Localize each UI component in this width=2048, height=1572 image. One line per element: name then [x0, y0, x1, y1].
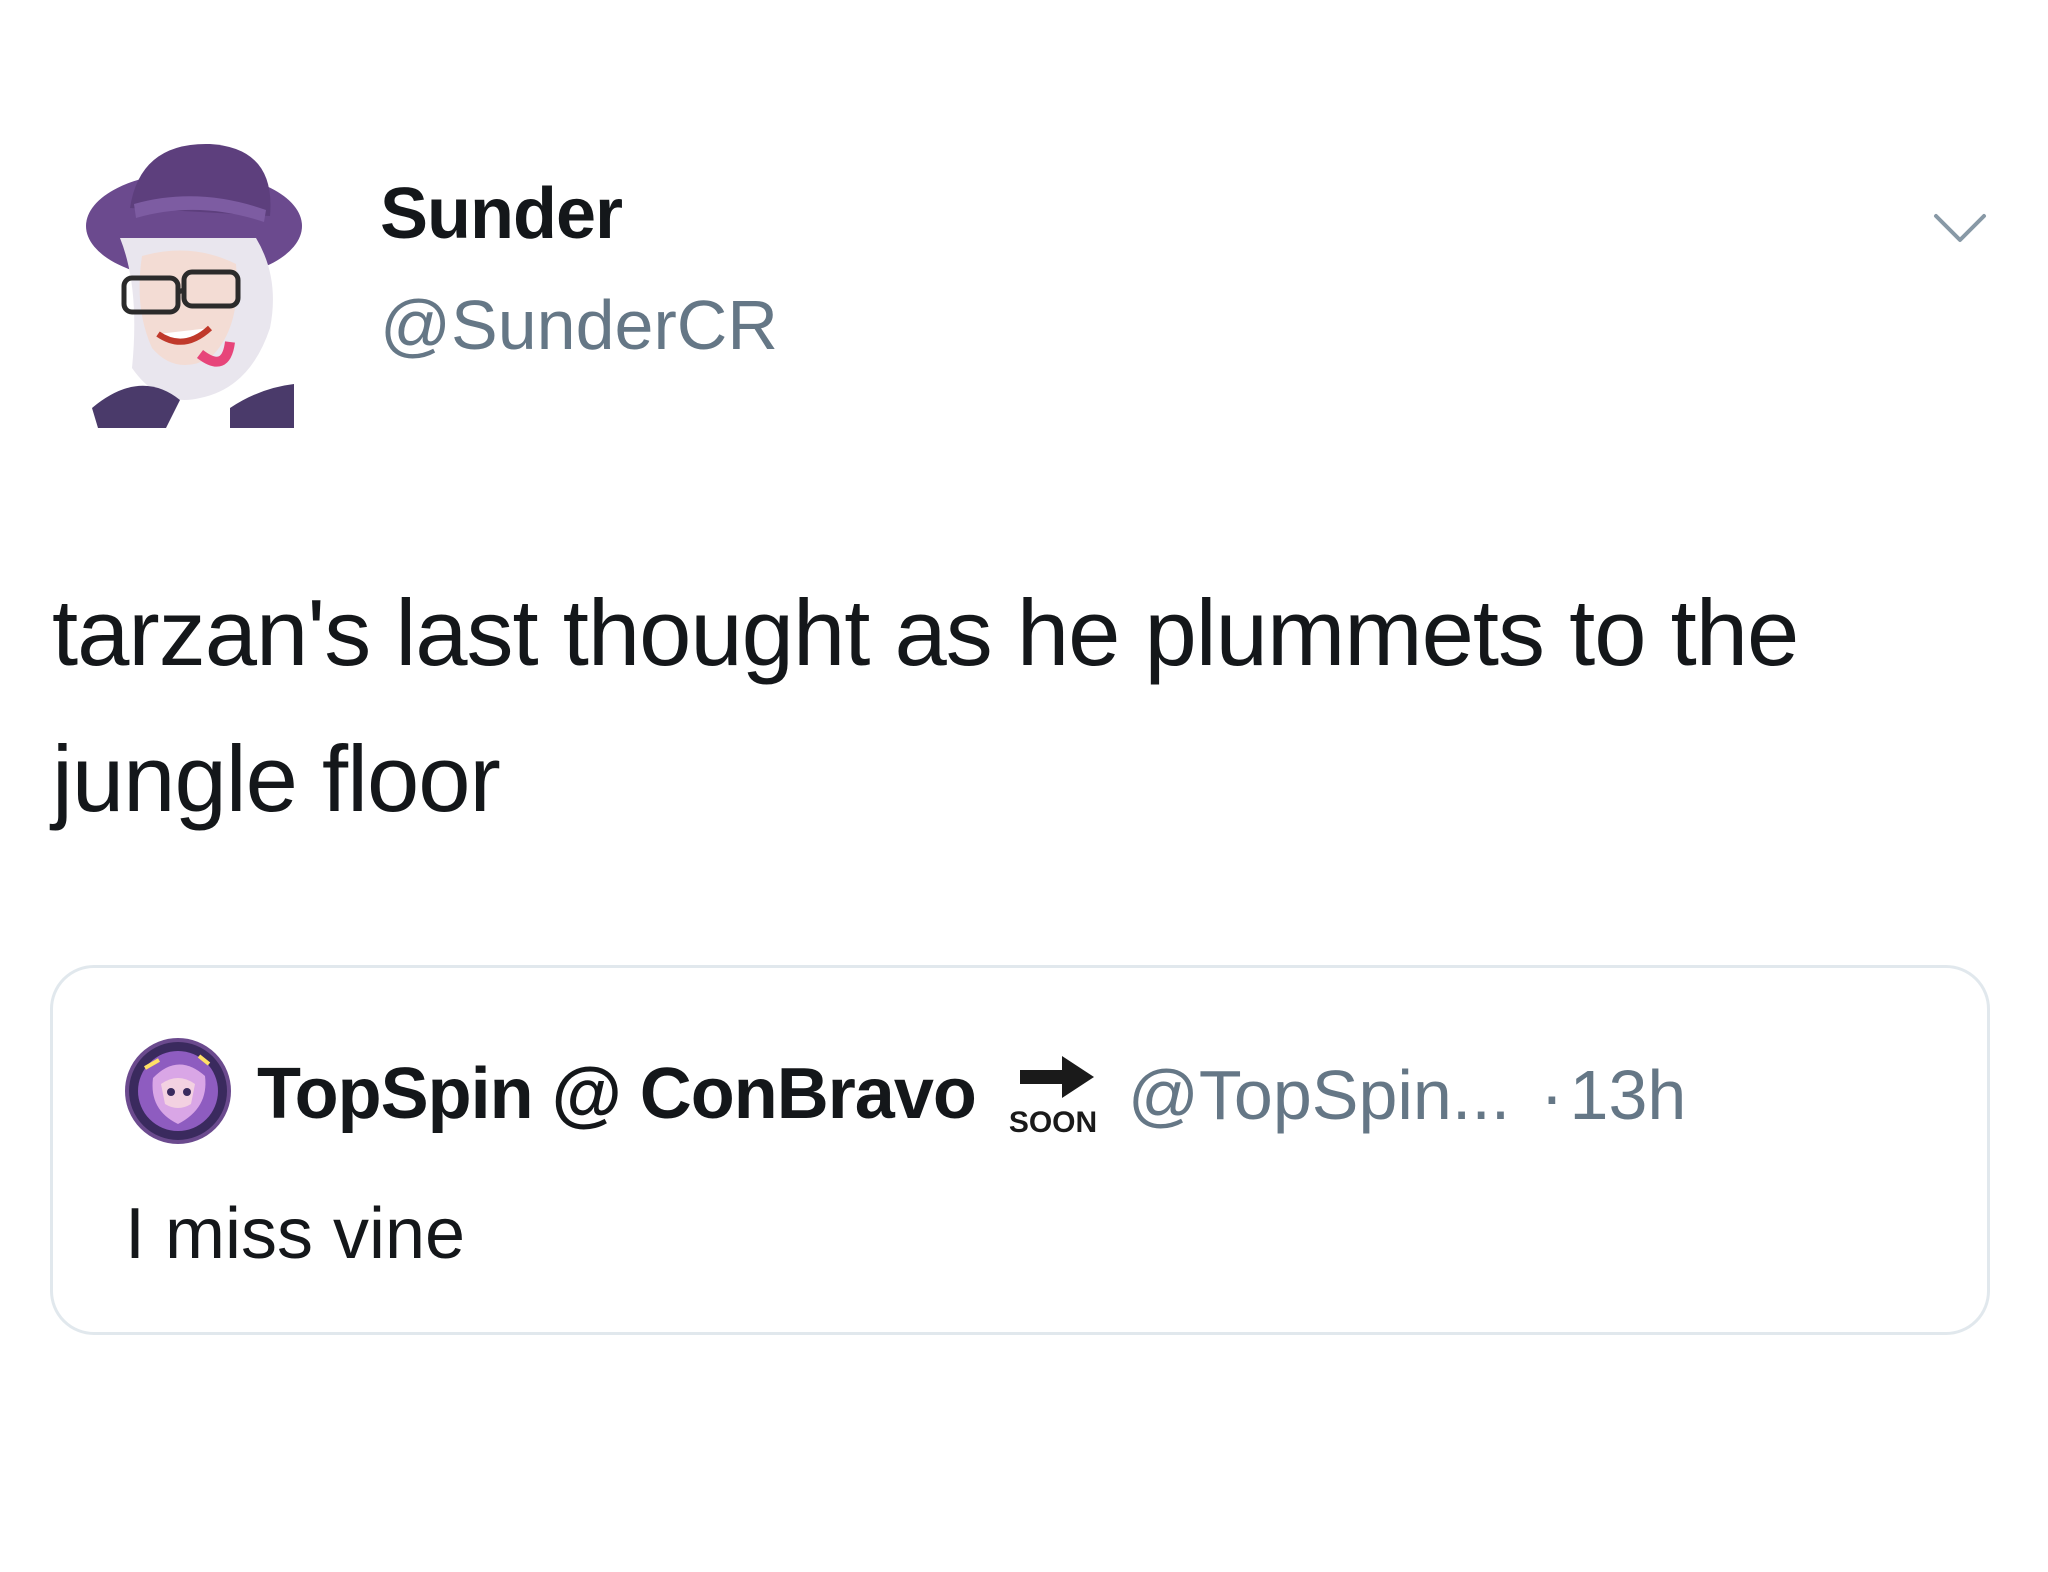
soon-badge: SOON — [1009, 1056, 1097, 1138]
tweet-card: Sunder @SunderCR tarzan's last thought a… — [0, 0, 2048, 1572]
chevron-down-icon[interactable] — [1932, 210, 1988, 246]
author-handle[interactable]: @SunderCR — [380, 290, 778, 360]
quoted-handle[interactable]: @TopSpin... — [1128, 1060, 1510, 1130]
author-display-name[interactable]: Sunder — [380, 178, 623, 250]
quoted-tweet-text: I miss vine — [125, 1194, 466, 1274]
quoted-author-avatar[interactable] — [125, 1038, 231, 1144]
quoted-tweet[interactable]: TopSpin @ ConBravo SOON @TopSpin... · 13… — [50, 965, 1990, 1335]
quoted-timestamp[interactable]: 13h — [1570, 1060, 1687, 1130]
soon-badge-text: SOON — [1009, 1106, 1097, 1138]
tweet-text: tarzan's last thought as he plummets to … — [52, 580, 1799, 831]
quoted-display-name[interactable]: TopSpin @ ConBravo — [257, 1058, 977, 1130]
quoted-header: TopSpin @ ConBravo SOON @TopSpin... · 13… — [257, 1048, 1687, 1138]
arrow-right-icon — [1019, 1056, 1094, 1098]
author-avatar[interactable] — [80, 138, 308, 428]
time-separator: · — [1540, 1056, 1564, 1134]
